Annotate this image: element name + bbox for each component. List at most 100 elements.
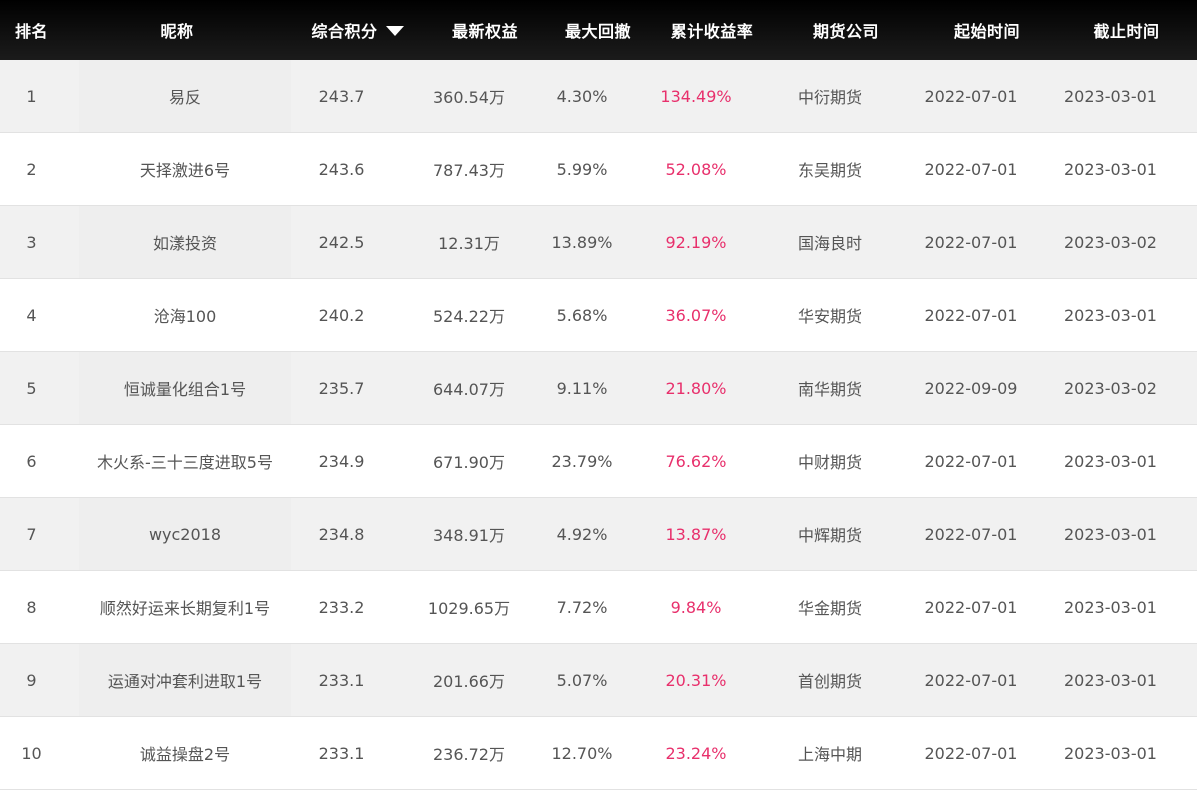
cell-score: 233.1 [318, 743, 365, 763]
cell-return: 13.87% [665, 524, 727, 544]
header-start[interactable]: 起始时间 [918, 0, 1056, 60]
cell-drawdown: 7.72% [556, 597, 608, 617]
cell-rank: 10 [21, 743, 42, 763]
cell-start-date: 2022-07-01 [924, 670, 1018, 690]
row-name-text[interactable]: 易反 [169, 84, 201, 108]
cell-name[interactable]: 运通对冲套利进取1号 [79, 644, 291, 716]
table-row[interactable]: 6 木火系-三十三度进取5号 234.9 671.90万 23.79% 76.62% 中财期… [0, 425, 1197, 498]
cell-score: 233.1 [318, 670, 365, 690]
cell-name[interactable]: wyc2018 [79, 498, 291, 570]
cell-rank: 5 [26, 378, 37, 398]
table-row[interactable]: 3 如漾投资 242.5 12.31万 13.89% 92.19% 国海良时 2022-07-… [0, 206, 1197, 279]
sort-desc-icon[interactable] [385, 26, 404, 36]
table-row[interactable]: 2 天择激进6号 243.6 787.43万 5.99% 52.08% 东吴期货 2022-0… [0, 133, 1197, 206]
cell-company: 中财期货 [797, 453, 862, 472]
table-row[interactable]: 1 易反 243.7 360.54万 4.30% 134.49% 中衍期货 2022-07-0… [0, 60, 1197, 133]
ranking-table: 排名 昵称 综合积分 最新权益 最大回撤 累计收益率 期货公司 起始时间 截止时… [0, 0, 1197, 790]
cell-company: 华金期货 [797, 599, 862, 618]
row-name-text[interactable]: 如漾投资 [153, 230, 217, 254]
cell-company: 上海中期 [797, 745, 862, 764]
cell-score: 233.2 [318, 597, 365, 617]
cell-name[interactable]: 易反 [79, 60, 291, 132]
row-name-text[interactable]: wyc2018 [149, 525, 221, 544]
row-name-text[interactable]: 恒诚量化组合1号 [124, 376, 246, 400]
header-equity[interactable]: 最新权益 [424, 0, 546, 60]
row-name-text[interactable]: 沧海100 [154, 303, 217, 327]
cell-start-date: 2022-07-01 [924, 451, 1018, 471]
cell-return: 52.08% [665, 159, 727, 179]
cell-company: 中衍期货 [797, 88, 862, 107]
row-name-text[interactable]: 木火系-三十三度进取5号 [97, 449, 273, 473]
cell-name[interactable]: 如漾投资 [79, 206, 291, 278]
table-row[interactable]: 10 诚益操盘2号 233.1 236.72万 12.70% 23.24% 上海中期 2022… [0, 717, 1197, 790]
cell-company: 南华期货 [797, 380, 862, 399]
cell-company: 国海良时 [797, 234, 862, 253]
cell-end-date: 2023-03-01 [1064, 524, 1157, 544]
header-end[interactable]: 截止时间 [1056, 0, 1197, 60]
table-row[interactable]: 8 顺然好运来长期复利1号 233.2 1029.65万 7.72% 9.84% 华金期货 2… [0, 571, 1197, 644]
cell-end-date: 2023-03-01 [1064, 159, 1157, 179]
cell-company: 华安期货 [797, 307, 862, 326]
cell-return: 9.84% [670, 597, 722, 617]
header-score[interactable]: 综合积分 [291, 0, 424, 60]
cell-drawdown: 4.30% [556, 86, 608, 106]
cell-drawdown: 9.11% [556, 378, 608, 398]
cell-end-date: 2023-03-02 [1064, 378, 1157, 398]
cell-end-date: 2023-03-01 [1064, 451, 1157, 471]
cell-rank: 3 [26, 232, 37, 252]
cell-score: 243.7 [318, 86, 365, 106]
row-name-text[interactable]: 天择激进6号 [140, 157, 230, 181]
header-name[interactable]: 昵称 [63, 0, 291, 60]
cell-name[interactable]: 顺然好运来长期复利1号 [79, 571, 291, 643]
row-name-text[interactable]: 顺然好运来长期复利1号 [100, 595, 270, 619]
cell-start-date: 2022-07-01 [924, 743, 1018, 763]
cell-score: 243.6 [318, 159, 365, 179]
cell-equity: 524.22万 [433, 307, 505, 326]
table-header: 排名 昵称 综合积分 最新权益 最大回撤 累计收益率 期货公司 起始时间 截止时… [0, 0, 1197, 60]
cell-drawdown: 4.92% [556, 524, 608, 544]
row-name-text[interactable]: 运通对冲套利进取1号 [108, 668, 262, 692]
cell-equity: 1029.65万 [427, 599, 511, 618]
cell-equity: 12.31万 [438, 234, 500, 253]
cell-score: 234.8 [318, 524, 365, 544]
cell-score: 240.2 [318, 305, 365, 325]
cell-equity: 360.54万 [433, 88, 505, 107]
header-drawdown[interactable]: 最大回撤 [546, 0, 650, 60]
cell-rank: 6 [26, 451, 37, 471]
cell-drawdown: 5.68% [556, 305, 608, 325]
cell-start-date: 2022-09-09 [924, 378, 1018, 398]
cell-name[interactable]: 天择激进6号 [79, 133, 291, 205]
cell-score: 234.9 [318, 451, 365, 471]
table-row[interactable]: 9 运通对冲套利进取1号 233.1 201.66万 5.07% 20.31% 首创期货 20… [0, 644, 1197, 717]
header-return[interactable]: 累计收益率 [650, 0, 774, 60]
table-row[interactable]: 4 沧海100 240.2 524.22万 5.68% 36.07% 华安期货 2022-07… [0, 279, 1197, 352]
cell-drawdown: 5.99% [556, 159, 608, 179]
table-row[interactable]: 7 wyc2018 234.8 348.91万 4.92% 13.87% 中辉期货 2022-… [0, 498, 1197, 571]
cell-end-date: 2023-03-01 [1064, 597, 1157, 617]
cell-company: 中辉期货 [797, 526, 862, 545]
cell-drawdown: 13.89% [551, 232, 613, 252]
cell-rank: 9 [26, 670, 37, 690]
table-row[interactable]: 5 恒诚量化组合1号 235.7 644.07万 9.11% 21.80% 南华期货 2022… [0, 352, 1197, 425]
cell-name[interactable]: 恒诚量化组合1号 [79, 352, 291, 424]
cell-return: 76.62% [665, 451, 727, 471]
cell-drawdown: 5.07% [556, 670, 608, 690]
row-name-text[interactable]: 诚益操盘2号 [140, 741, 230, 765]
cell-equity: 644.07万 [433, 380, 505, 399]
cell-end-date: 2023-03-02 [1064, 232, 1157, 252]
cell-score: 242.5 [318, 232, 365, 252]
header-company[interactable]: 期货公司 [774, 0, 918, 60]
cell-rank: 2 [26, 159, 37, 179]
cell-end-date: 2023-03-01 [1064, 743, 1157, 763]
cell-return: 92.19% [665, 232, 727, 252]
cell-name[interactable]: 沧海100 [79, 279, 291, 351]
cell-return: 23.24% [665, 743, 727, 763]
cell-name[interactable]: 诚益操盘2号 [79, 717, 291, 789]
header-rank[interactable]: 排名 [0, 0, 63, 60]
cell-equity: 787.43万 [433, 161, 505, 180]
cell-name[interactable]: 木火系-三十三度进取5号 [79, 425, 291, 497]
cell-score: 235.7 [318, 378, 365, 398]
cell-start-date: 2022-07-01 [924, 305, 1018, 325]
cell-end-date: 2023-03-01 [1064, 305, 1157, 325]
cell-equity: 236.72万 [433, 745, 505, 764]
